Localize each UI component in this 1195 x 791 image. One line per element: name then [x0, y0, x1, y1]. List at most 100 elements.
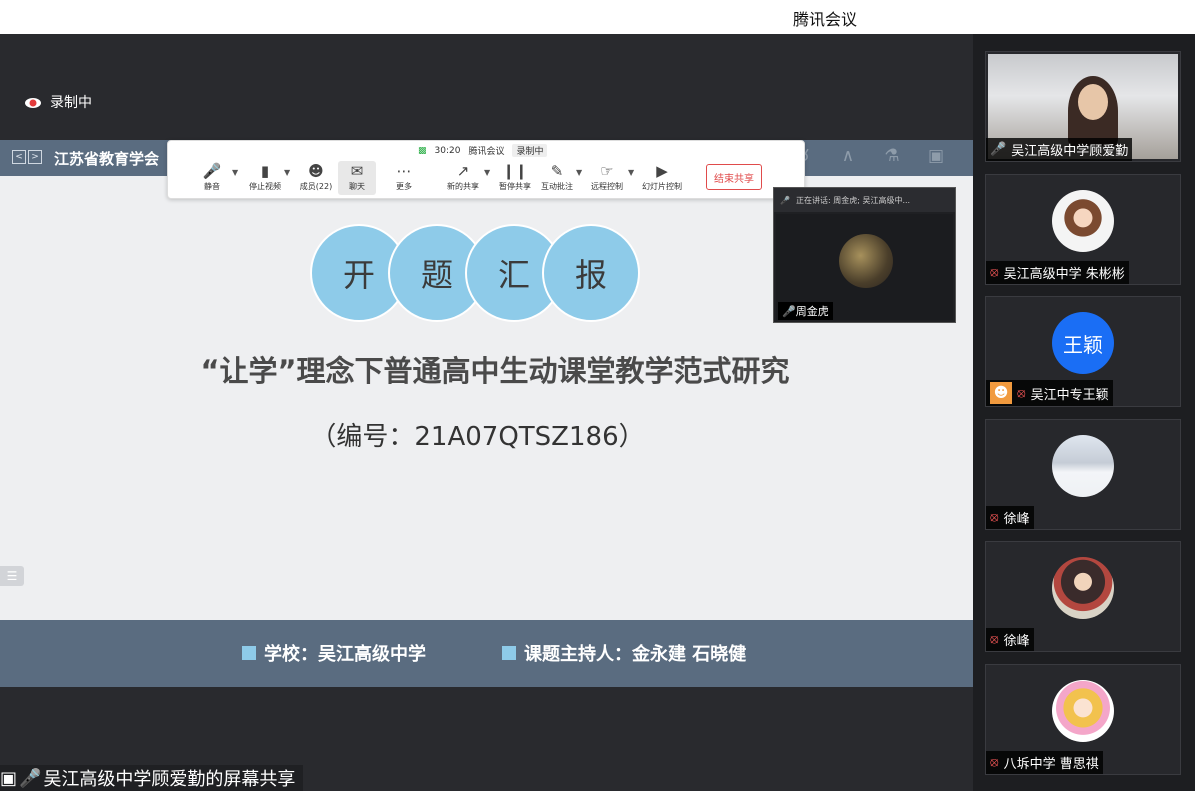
participant-tile[interactable]: 🎤 吴江高级中学顾爱勤 — [985, 51, 1181, 162]
participant-name-text: 徐峰 — [1003, 634, 1030, 649]
participant-name: 🎤 吴江高级中学顾爱勤 — [986, 138, 1133, 161]
chevron-down-icon[interactable]: ▼ — [232, 168, 238, 177]
participant-name-text: 吴江高级中学 朱彬彬 — [1003, 267, 1125, 282]
mic-icon: 🎤 — [780, 195, 790, 205]
pause-share-button[interactable]: ❙❙ 暂停共享 — [496, 161, 534, 195]
slide-code: （编号：21A07QTSZ186） — [310, 422, 645, 452]
avatar — [1052, 435, 1114, 497]
slide-footer: 学校：吴江高级中学 课题主持人：金永建 石晓健 — [0, 620, 973, 687]
toolbar-time: 30:20 — [434, 145, 461, 156]
footer-host: 课题主持人：金永建 石晓健 — [502, 640, 746, 666]
stop-video-button[interactable]: ▮ 停止视频 — [248, 161, 282, 195]
person-icon — [242, 646, 256, 660]
avatar — [1052, 190, 1114, 252]
chat-button[interactable]: ✉ 聊天 — [338, 161, 376, 195]
participant-name: ⦻ 吴江高级中学 朱彬彬 — [986, 261, 1129, 284]
mic-muted-icon: ⦻ — [1017, 385, 1026, 401]
share-label-text: 吴江高级中学顾爱勤的屏幕共享 — [43, 769, 296, 790]
remote-control-icon: ☞ — [600, 162, 614, 180]
participant-tile[interactable]: ⦻ 八坼中学 曹思祺 — [985, 664, 1181, 775]
members-label: 成员(22) — [299, 182, 333, 191]
toolbar-status: ▩ 30:20 腾讯会议 录制中 — [418, 144, 548, 157]
new-share-icon: ↗ — [456, 162, 470, 180]
compass-icon: ∧ — [841, 146, 855, 166]
slide-menu-icon[interactable]: ☰ — [0, 566, 24, 586]
share-toolbar: ▩ 30:20 腾讯会议 录制中 🎤 静音 ▼ ▮ 停止视频 ▼ ☻ 成员(22… — [167, 140, 805, 199]
toolbar-app: 腾讯会议 — [468, 147, 505, 157]
members-icon: ☻ — [308, 162, 324, 180]
end-share-button[interactable]: 结束共享 — [706, 164, 762, 190]
pause-share-label: 暂停共享 — [499, 182, 531, 191]
chevron-down-icon[interactable]: ▼ — [576, 168, 582, 177]
members-button[interactable]: ☻ 成员(22) — [298, 161, 334, 195]
participant-name-text: 徐峰 — [1003, 512, 1030, 527]
speaker-window[interactable]: 🎤 正在讲话: 周金虎; 吴江高级中... 🎤周金虎 — [773, 187, 956, 323]
footer-school-text: 学校：吴江高级中学 — [264, 644, 426, 665]
slide-control-icon: ▶ — [656, 162, 668, 180]
avatar: 王颖 — [1052, 312, 1114, 374]
title-bar: 腾讯会议 — [0, 0, 1195, 34]
footer-host-text: 课题主持人：金永建 石晓健 — [524, 644, 747, 665]
annotate-label: 互动批注 — [541, 182, 573, 191]
remote-control-button[interactable]: ☞ 远程控制 — [588, 161, 626, 195]
chat-label: 聊天 — [349, 182, 365, 191]
speaker-status-text: 正在讲话: 周金虎; 吴江高级中... — [795, 195, 911, 205]
mic-icon: 🎤 — [990, 142, 1007, 157]
prev-arrow-icon[interactable]: < — [12, 150, 26, 164]
chevron-down-icon[interactable]: ▼ — [284, 168, 290, 177]
camera-icon: ▮ — [260, 162, 270, 180]
toolbar-recording[interactable]: 录制中 — [512, 144, 548, 157]
participant-tile[interactable]: ⦻ 徐峰 — [985, 419, 1181, 530]
slide-org: 江苏省教育学会 — [54, 150, 160, 168]
share-screen-icon: ▣ — [0, 767, 18, 789]
participant-name: ⦻ 徐峰 — [986, 506, 1034, 529]
mic-icon — [502, 646, 516, 660]
avatar — [1052, 680, 1114, 742]
annotate-button[interactable]: ✎ 互动批注 — [538, 161, 576, 195]
monitor-icon: ▣ — [927, 146, 945, 166]
slide-control-button[interactable]: ▶ 幻灯片控制 — [640, 161, 684, 195]
participant-tile[interactable]: ⦻ 吴江高级中学 朱彬彬 — [985, 174, 1181, 285]
recording-label: 录制中 — [50, 95, 92, 111]
footer-school: 学校：吴江高级中学 — [242, 640, 426, 666]
slide-header-icons: ☌ ∧ ⚗ ▣ — [792, 146, 948, 166]
user-icon: ☻ — [990, 382, 1012, 404]
more-button[interactable]: ⋯ 更多 — [390, 161, 418, 195]
new-share-label: 新的共享 — [447, 182, 479, 191]
chevron-down-icon[interactable]: ▼ — [628, 168, 634, 177]
cloud-record-icon — [24, 95, 42, 109]
participant-tile[interactable]: 王颖 ☻ ⦻ 吴江中专王颖 — [985, 296, 1181, 407]
mute-label: 静音 — [204, 182, 220, 191]
window-title: 腾讯会议 — [793, 10, 858, 29]
circle-char: 报 — [542, 224, 640, 322]
mute-button[interactable]: 🎤 静音 — [200, 161, 224, 195]
participant-tile[interactable]: ⦻ 徐峰 — [985, 541, 1181, 652]
stop-video-label: 停止视频 — [249, 182, 281, 191]
mic-icon: 🎤 — [782, 305, 796, 318]
mic-muted-icon: ⦻ — [990, 755, 999, 770]
chat-icon: ✉ — [350, 162, 364, 180]
participant-name-text: 八坼中学 曹思祺 — [1003, 757, 1099, 772]
speaker-name-text: 周金虎 — [795, 305, 829, 318]
mic-muted-icon: ⦻ — [990, 632, 999, 647]
mic-icon: 🎤 — [202, 162, 222, 180]
mic-muted-icon: ⦻ — [990, 265, 999, 280]
avatar — [1052, 557, 1114, 619]
new-share-button[interactable]: ↗ 新的共享 — [444, 161, 482, 195]
avatar — [839, 234, 893, 288]
signal-icon: ▩ — [418, 145, 427, 156]
share-source-label: ▣ 🎤 吴江高级中学顾爱勤的屏幕共享 — [0, 765, 304, 791]
participant-name: ⦻ 徐峰 — [986, 628, 1034, 651]
next-arrow-icon[interactable]: > — [28, 150, 42, 164]
mic-icon: 🎤 — [19, 767, 42, 789]
speaker-name: 🎤周金虎 — [778, 302, 833, 320]
speaker-video: 🎤周金虎 — [776, 214, 953, 320]
microscope-icon: ⚗ — [884, 146, 900, 166]
slide-nav[interactable]: < > — [12, 150, 42, 164]
chevron-down-icon[interactable]: ▼ — [484, 168, 490, 177]
title-circles: 开 题 汇 报 — [310, 224, 650, 322]
pause-share-icon: ❙❙ — [502, 162, 528, 180]
slide-title: “让学”理念下普通高中生动课堂教学范式研究 — [200, 354, 790, 388]
participant-name-text: 吴江中专王颖 — [1030, 387, 1109, 403]
recording-indicator[interactable]: 录制中 — [24, 92, 92, 112]
